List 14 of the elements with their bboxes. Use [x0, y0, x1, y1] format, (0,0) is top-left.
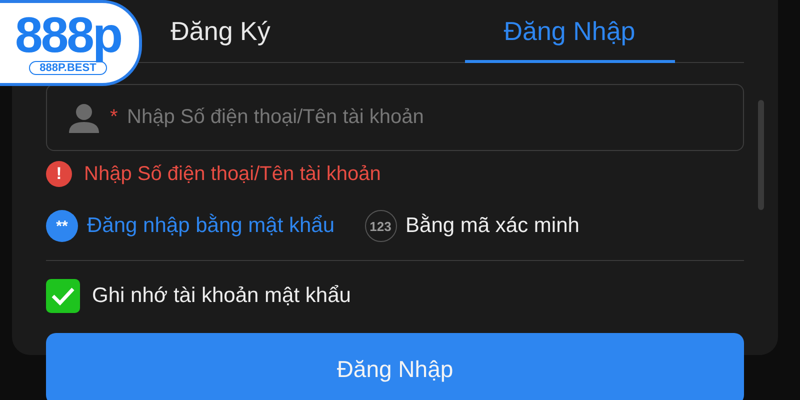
- scrollbar[interactable]: [758, 100, 764, 210]
- check-icon: [51, 286, 75, 306]
- login-method-option[interactable]: 123 Bằng mã xác minh: [364, 210, 580, 242]
- error-icon: !: [46, 161, 72, 187]
- user-icon: [68, 102, 100, 132]
- login-method-option[interactable]: ** Đăng nhập bằng mật khẩu: [46, 210, 335, 242]
- error-message: Nhập Số điện thoại/Tên tài khoản: [84, 162, 381, 186]
- tab[interactable]: Đăng Ký: [170, 16, 270, 46]
- logo-domain: 888P.BEST: [28, 61, 108, 75]
- remember-label: Ghi nhớ tài khoản mật khẩu: [92, 284, 351, 308]
- login-button[interactable]: Đăng Nhập: [46, 333, 744, 400]
- required-mark: *: [110, 106, 118, 129]
- tab[interactable]: Đăng Nhập: [504, 16, 636, 46]
- remember-checkbox[interactable]: [46, 279, 80, 313]
